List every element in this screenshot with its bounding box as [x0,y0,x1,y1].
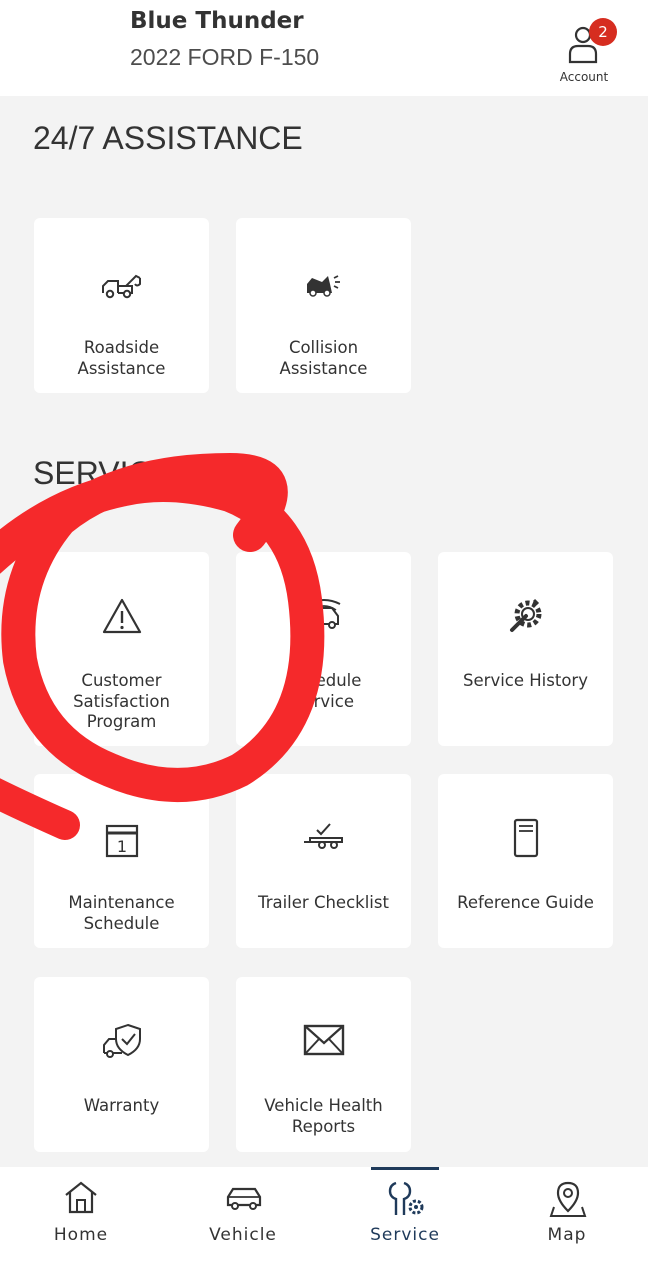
wrench-gear-icon [438,596,613,640]
tile-reference-guide[interactable]: Reference Guide [438,774,613,948]
tow-truck-icon [34,268,209,306]
vehicle-model: 2022 FORD F-150 [130,44,320,70]
tile-label: Service History [463,671,588,690]
envelope-icon [236,1023,411,1061]
tile-label: Customer Satisfaction Program [73,671,170,731]
nav-label: Home [53,1225,109,1245]
tile-schedule-service[interactable]: Schedule Service [236,552,411,746]
svg-text:1: 1 [116,837,126,856]
tile-collision-assistance[interactable]: Collision Assistance [236,218,411,393]
tile-label: Trailer Checklist [258,893,389,912]
map-pin-icon [549,1181,587,1217]
car-shield-icon [34,1021,209,1065]
tile-roadside-assistance[interactable]: Roadside Assistance [34,218,209,393]
tile-warranty[interactable]: Warranty [34,977,209,1152]
tile-label: Reference Guide [457,893,594,912]
nav-label: Vehicle [209,1225,277,1245]
warning-triangle-icon [34,596,209,640]
trailer-check-icon [236,820,411,860]
tile-label: Collision Assistance [279,338,368,378]
tile-vehicle-health-reports[interactable]: Vehicle Health Reports [236,977,411,1152]
tile-trailer-checklist[interactable]: Trailer Checklist [236,774,411,948]
bottom-navigation: Home Vehicle Service Map [0,1167,648,1263]
tile-label: Schedule Service [285,671,362,711]
tile-maintenance-schedule[interactable]: 1 Maintenance Schedule [34,774,209,948]
tile-service-history[interactable]: Service History [438,552,613,746]
nav-label: Service [370,1225,440,1245]
service-wrench-icon [388,1181,424,1215]
car-icon [226,1187,262,1210]
app-header: Blue Thunder 2022 FORD F-150 2 Account [0,0,648,96]
vehicle-name: Blue Thunder [130,8,304,34]
nav-label: Map [547,1225,587,1245]
account-label: Account [559,70,609,84]
nav-service[interactable]: Service [324,1167,486,1263]
notification-badge: 2 [589,18,617,46]
assistance-section-title: 24/7 ASSISTANCE [33,120,303,156]
book-icon [438,816,613,864]
collision-car-icon [236,268,411,306]
tile-label: Roadside Assistance [77,338,166,378]
account-button[interactable]: 2 Account [556,18,617,90]
home-icon [65,1181,97,1214]
nav-home[interactable]: Home [0,1167,162,1263]
calendar-icon: 1 [34,820,209,864]
nav-vehicle[interactable]: Vehicle [162,1167,324,1263]
service-section-title: SERVICE [33,455,173,491]
tile-label: Warranty [83,1096,160,1115]
tile-label: Vehicle Health Reports [264,1096,383,1136]
tile-customer-satisfaction-program[interactable]: Customer Satisfaction Program [34,552,209,746]
car-service-icon [236,596,411,640]
tile-label: Maintenance Schedule [68,893,175,933]
nav-map[interactable]: Map [486,1167,648,1263]
